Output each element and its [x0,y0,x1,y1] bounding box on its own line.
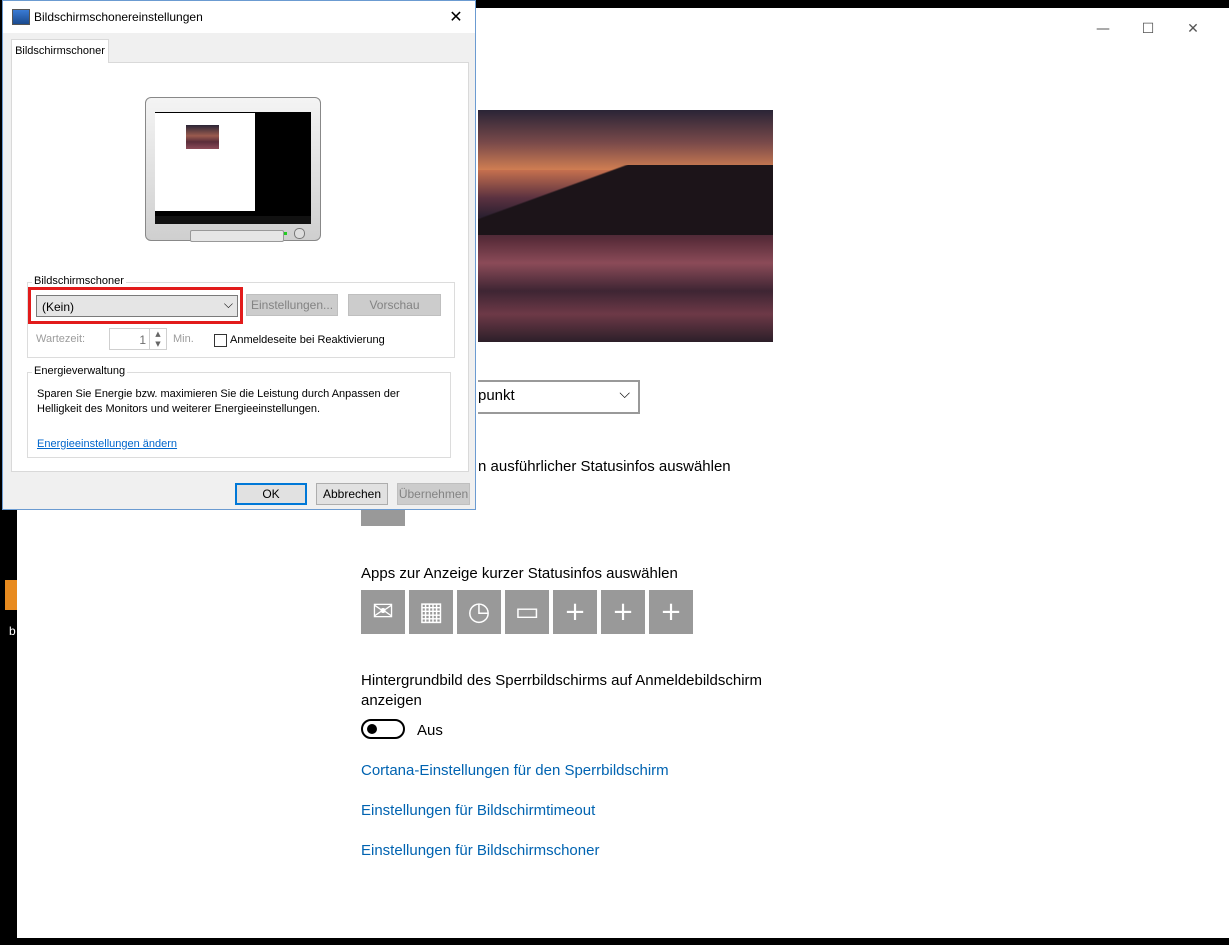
lockscreen-bg-label-line1: Hintergrundbild des Sperrbildschirms auf… [361,672,763,689]
ok-button[interactable]: OK [235,483,307,505]
cancel-button[interactable]: Abbrechen [316,483,388,505]
power-management-label: Energieverwaltung [32,365,128,377]
cortana-lockscreen-link[interactable]: Cortana-Einstellungen für den Sperrbilds… [361,762,669,779]
screen-preview-image [186,125,219,149]
dialog-title: Bildschirmschonereinstellungen [34,10,203,24]
quick-status-label: Apps zur Anzeige kurzer Statusinfos ausw… [361,565,678,582]
monitor-preview [145,97,321,242]
dialog-titlebar[interactable]: Bildschirmschonereinstellungen ✕ [3,1,475,33]
monitor-panel [190,230,284,242]
detailed-status-app-tile[interactable] [361,508,405,526]
message-icon[interactable]: ▭ [505,590,549,634]
lockscreen-background-preview [478,110,773,342]
change-power-settings-link[interactable]: Energieeinstellungen ändern [37,438,177,450]
close-window-button[interactable]: ✕ [1170,14,1216,44]
lockscreen-bg-label-line2: anzeigen [361,692,422,709]
monitor-led [284,232,287,235]
screensaver-settings-link[interactable]: Einstellungen für Bildschirmschoner [361,842,599,859]
desktop-shortcut-icon[interactable] [5,580,17,610]
preview-button[interactable]: Vorschau [348,294,441,316]
minimize-button[interactable]: — [1080,14,1126,44]
tab-screensaver[interactable]: Bildschirmschoner [11,39,109,63]
background-dropdown-value: punkt [478,387,515,404]
wait-label: Wartezeit: [36,333,86,345]
wait-time-value: 1 [139,333,146,347]
resume-logon-checkbox[interactable] [214,334,227,347]
screen-preview-window [155,113,255,211]
chevron-down-icon: ⌵ [619,386,630,402]
wait-unit-label: Min. [173,333,194,345]
add-icon[interactable]: + [649,590,693,634]
toggle-knob [367,724,377,734]
desktop-shortcut-label: b [9,624,16,638]
highlight-box [28,287,243,324]
spin-down-icon[interactable]: ▼ [150,339,166,349]
power-management-description: Sparen Sie Energie bzw. maximieren Sie d… [37,388,400,415]
mail-icon[interactable]: ✉ [361,590,405,634]
apply-button[interactable]: Übernehmen [397,483,470,505]
resume-logon-label[interactable]: Anmeldeseite bei Reaktivierung [230,334,385,346]
detailed-status-label: n ausführlicher Statusinfos auswählen [478,458,731,475]
close-icon[interactable]: ✕ [443,5,469,29]
wait-time-stepper[interactable]: 1 ▲ ▼ [109,328,167,350]
monitor-screen [155,112,311,224]
maximize-button[interactable]: ☐ [1125,14,1171,44]
screensaver-dialog: Bildschirmschonereinstellungen ✕ Bildsch… [2,0,476,510]
screensaver-settings-button[interactable]: Einstellungen... [246,294,338,316]
toggle-state-label: Aus [417,722,443,739]
lockscreen-bg-toggle[interactable] [361,719,405,739]
background-dropdown[interactable]: punkt ⌵ [478,380,640,414]
screen-timeout-link[interactable]: Einstellungen für Bildschirmtimeout [361,802,595,819]
alarm-clock-icon[interactable]: ◷ [457,590,501,634]
add-icon[interactable]: + [553,590,597,634]
add-icon[interactable]: + [601,590,645,634]
spin-up-icon[interactable]: ▲ [150,329,166,339]
spin-buttons[interactable]: ▲ ▼ [149,329,166,349]
monitor-power-icon [294,228,305,239]
screensaver-icon [12,9,30,25]
screen-preview-taskbar [155,216,311,224]
screensaver-group-label: Bildschirmschoner [32,275,126,287]
calendar-icon[interactable]: ▦ [409,590,453,634]
